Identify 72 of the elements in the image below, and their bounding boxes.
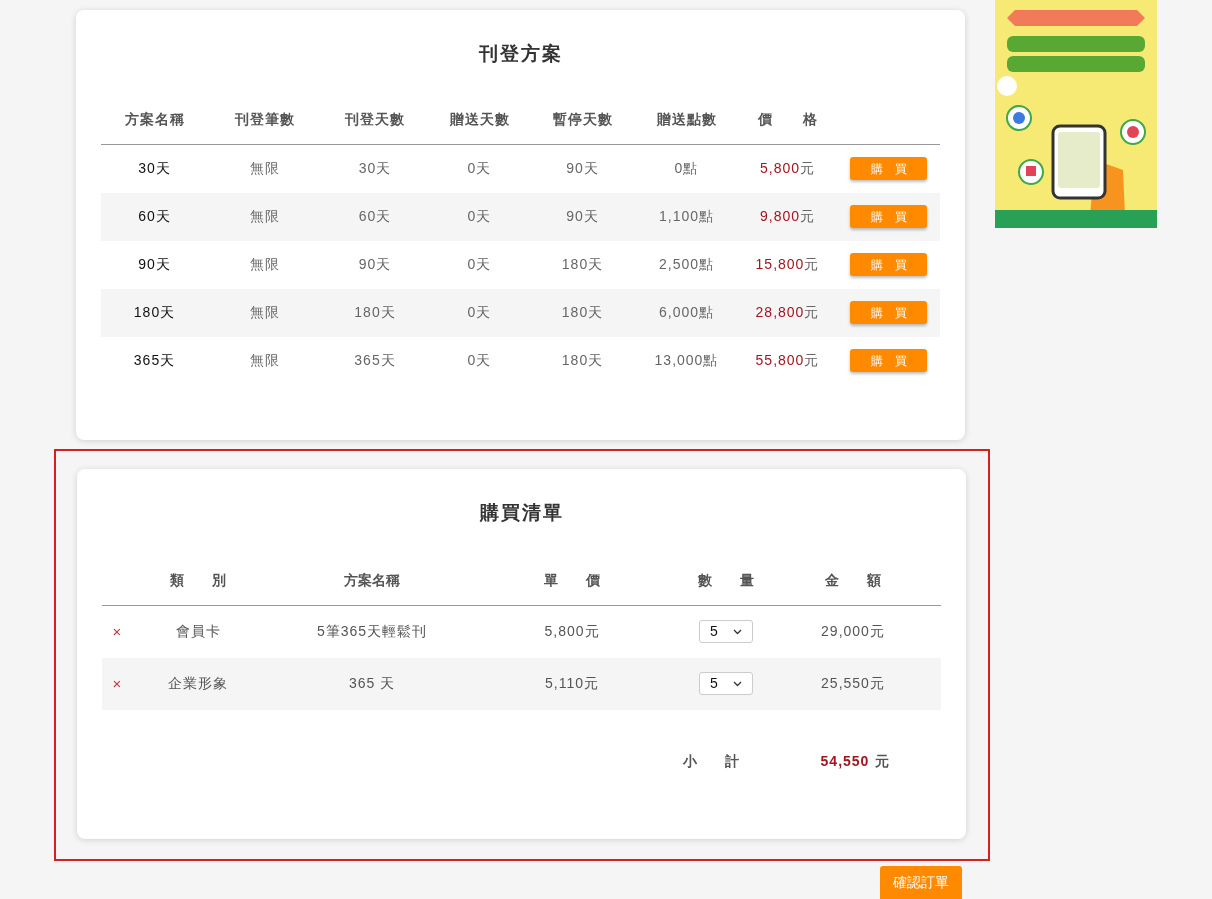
table-cell-text: 無限 [249,351,280,370]
subtotal-unit: 元 [875,752,890,771]
column-header: 刊登天數 [345,109,405,129]
table-cell-text: 180天 [561,351,604,370]
quantity-dropdown[interactable]: 5 [699,672,753,695]
column-header: 刊登筆數 [234,109,295,129]
price-text: 5,800元 [759,159,815,178]
chevron-down-icon [733,680,742,687]
buy-button[interactable]: 購 買 [850,301,927,324]
quantity-dropdown[interactable]: 5 [699,620,753,643]
table-cell-text: 0天 [467,255,492,274]
table-cell-text: 會員卡 [175,622,221,641]
table-cell-text: 1,100點 [658,207,714,226]
price-text: 15,800元 [755,255,820,274]
table-cell-text: 29,000元 [821,622,885,641]
price-text: 28,800元 [755,303,820,322]
table-cell-text: 25,550元 [821,674,885,693]
table-cell-text: 180天 [561,255,604,274]
table-cell-text: 0天 [467,351,492,370]
buy-button[interactable]: 購 買 [850,205,927,228]
price-text: 55,800元 [755,351,820,370]
table-cell-text: 180天 [561,303,604,322]
table-cell-text: 60天 [358,207,392,226]
price-text: 9,800元 [759,207,815,226]
table-cell-text: 0點 [674,159,699,178]
table-cell-text: 365天 [354,351,396,370]
table-cell-text: 13,000點 [654,351,719,370]
buy-button[interactable]: 購 買 [850,349,927,372]
subtotal-value: 54,550 [820,752,870,771]
table-cell-text: 90天 [566,159,599,178]
table-cell-text: 180天 [354,303,396,322]
card-title: 刊登方案 [478,42,563,66]
table-cell-text: 90天 [138,255,171,274]
table-cell-text: 0天 [467,207,492,226]
column-header: 價 格 [757,109,818,129]
column-header: 方案名稱 [344,570,400,590]
table-cell-text: 0天 [467,159,492,178]
table-cell-text: 2,500點 [658,255,714,274]
column-header: 暫停天數 [552,109,613,129]
table-cell-text: 無限 [249,255,280,274]
column-header: 贈送點數 [656,109,717,129]
confirm-order-button[interactable]: 確認訂單 [880,866,962,899]
table-cell-text: 無限 [249,207,280,226]
table-cell-text: 90天 [358,255,392,274]
column-header: 類 別 [170,570,226,590]
table-cell-text: 5筆365天輕鬆刊 [316,622,428,641]
remove-button[interactable]: × [112,676,122,691]
card-title: 購買清單 [479,501,564,525]
chevron-down-icon [733,628,742,635]
table-cell-text: 企業形象 [168,674,228,693]
table-cell-text: 30天 [138,159,171,178]
table-cell-text: 60天 [138,207,171,226]
table-cell-text: 6,000點 [658,303,714,322]
column-header: 方案名稱 [124,109,185,129]
table-cell-text: 0天 [467,303,492,322]
column-header: 贈送天數 [449,109,510,129]
table-cell-text: 365天 [133,351,176,370]
remove-button[interactable]: × [112,624,122,639]
subtotal-label: 小 計 [683,752,739,771]
column-header: 金 額 [825,570,881,590]
column-header: 單 價 [544,570,600,590]
table-cell-text: 90天 [566,207,599,226]
column-header: 數 量 [698,570,754,590]
table-cell-text: 30天 [358,159,392,178]
table-cell-text: 5,110元 [545,674,599,693]
table-cell-text: 無限 [249,159,280,178]
table-cell-text: 180天 [133,303,176,322]
buy-button[interactable]: 購 買 [850,253,927,276]
table-cell-text: 無限 [249,303,280,322]
table-cell-text: 5,800元 [544,622,600,641]
buy-button[interactable]: 購 買 [850,157,927,180]
table-cell-text: 365 天 [348,674,396,693]
